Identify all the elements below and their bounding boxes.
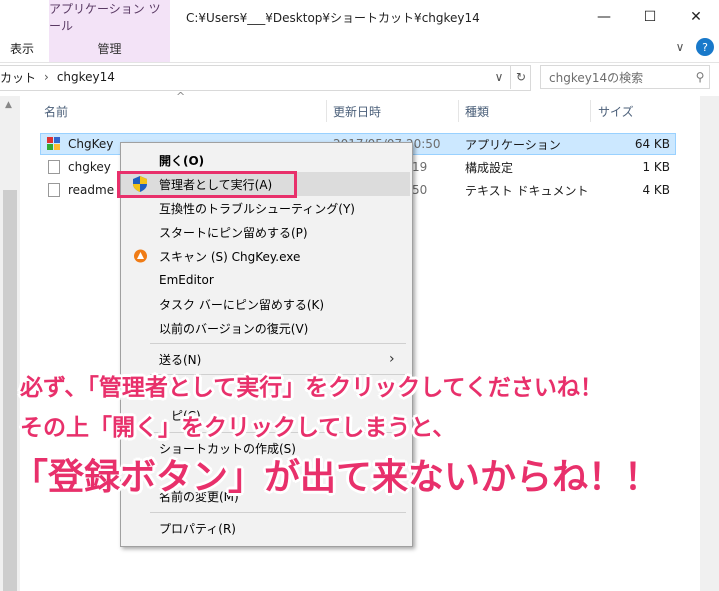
menu-item-label: スタートにピン留めする(P) <box>159 225 308 240</box>
tab-view[interactable]: 表示 <box>0 34 44 62</box>
highlight-box <box>117 171 297 198</box>
address-dropdown-button[interactable]: ∨ <box>490 65 508 89</box>
menu-item-scan[interactable]: スキャン (S) ChgKey.exe <box>121 244 410 268</box>
file-name: readme <box>68 183 115 197</box>
file-modified: 19 <box>412 160 428 174</box>
annotation-line-2: その上「開く」をクリックしてしまうと、 <box>20 415 456 441</box>
sort-indicator-icon: ^ <box>176 90 186 103</box>
file-type: テキスト ドキュメント <box>465 183 589 198</box>
chevron-right-icon: › <box>389 351 395 367</box>
breadcrumb-current[interactable]: chgkey14 <box>57 70 115 84</box>
search-input[interactable]: chgkey14の検索 <box>540 65 710 89</box>
minimize-icon: — <box>597 9 611 25</box>
file-size: 1 KB <box>642 160 670 174</box>
search-placeholder: chgkey14の検索 <box>549 70 644 85</box>
minimize-button[interactable]: — <box>581 0 627 34</box>
annotation-line-3: 「登録ボタン」が出て来ないからね！！ <box>12 457 661 498</box>
app-icon <box>47 137 61 151</box>
config-file-icon <box>48 160 60 174</box>
help-button[interactable]: ? <box>696 38 714 56</box>
breadcrumb-separator-icon: › <box>44 70 49 84</box>
column-header-size[interactable]: サイズ <box>598 100 634 122</box>
collapse-ribbon-button[interactable]: ∨ <box>672 38 688 56</box>
file-list-scrollbar[interactable] <box>700 96 719 591</box>
column-header-modified[interactable]: 更新日時 <box>333 100 381 122</box>
menu-item-open[interactable]: 開く(O) <box>121 148 410 172</box>
nav-pane-scroll-thumb[interactable] <box>3 190 17 591</box>
refresh-button[interactable]: ↻ <box>510 65 531 89</box>
column-header-type[interactable]: 種類 <box>465 100 489 122</box>
menu-item-label: 送る(N) <box>159 352 202 367</box>
close-icon: ✕ <box>690 9 702 25</box>
menu-item-label: タスク バーにピン留めする(K) <box>159 297 325 312</box>
file-name: chgkey <box>68 160 111 174</box>
search-icon[interactable]: ⚲ <box>690 65 710 89</box>
column-header-name[interactable]: 名前 <box>44 100 68 122</box>
menu-separator <box>150 512 406 513</box>
maximize-button[interactable]: ☐ <box>627 0 673 34</box>
column-divider[interactable] <box>458 100 459 122</box>
column-divider[interactable] <box>326 100 327 122</box>
menu-item-label: スキャン (S) ChgKey.exe <box>159 249 301 264</box>
file-modified: 50 <box>412 183 428 197</box>
breadcrumb: カット › chgkey14 <box>0 65 115 89</box>
file-type: 構成設定 <box>465 160 514 175</box>
context-tab-label: アプリケーション ツール <box>49 0 170 34</box>
scroll-up-icon[interactable]: ▲ <box>5 100 12 110</box>
help-icon: ? <box>702 40 708 54</box>
antivirus-icon <box>133 249 148 266</box>
window-title: C:¥Users¥___¥Desktop¥ショートカット¥chgkey14 <box>186 10 480 25</box>
menu-item-restore-previous[interactable]: 以前のバージョンの復元(V) <box>121 316 410 340</box>
menu-item-pin-start[interactable]: スタートにピン留めする(P) <box>121 220 410 244</box>
menu-item-label: プロパティ(R) <box>159 521 236 536</box>
text-file-icon <box>48 183 60 197</box>
refresh-icon: ↻ <box>515 70 527 84</box>
file-size: 64 KB <box>634 137 670 151</box>
file-name: ChgKey <box>68 137 114 151</box>
menu-item-properties[interactable]: プロパティ(R) <box>121 516 410 540</box>
chevron-down-icon: ∨ <box>675 40 685 54</box>
menu-separator <box>150 343 406 344</box>
file-type: アプリケーション <box>465 137 561 152</box>
menu-item-label: 互換性のトラブルシューティング(Y) <box>159 201 355 216</box>
file-size: 4 KB <box>642 183 670 197</box>
tab-manage[interactable]: 管理 <box>49 34 170 62</box>
maximize-icon: ☐ <box>643 9 657 25</box>
menu-item-emeditor[interactable]: EmEditor <box>121 268 410 292</box>
close-button[interactable]: ✕ <box>673 0 719 34</box>
menu-item-troubleshoot[interactable]: 互換性のトラブルシューティング(Y) <box>121 196 410 220</box>
menu-item-pin-taskbar[interactable]: タスク バーにピン留めする(K) <box>121 292 410 316</box>
menu-item-label: EmEditor <box>159 273 214 287</box>
chevron-down-icon: ∨ <box>494 70 504 84</box>
menu-item-label: 以前のバージョンの復元(V) <box>159 321 309 336</box>
annotation-line-1: 必ず、「管理者として実行」をクリックしてくださいね！ <box>20 375 603 401</box>
breadcrumb-parent[interactable]: カット <box>0 69 36 86</box>
column-divider[interactable] <box>590 100 591 122</box>
menu-item-label: 開く(O) <box>159 153 205 168</box>
